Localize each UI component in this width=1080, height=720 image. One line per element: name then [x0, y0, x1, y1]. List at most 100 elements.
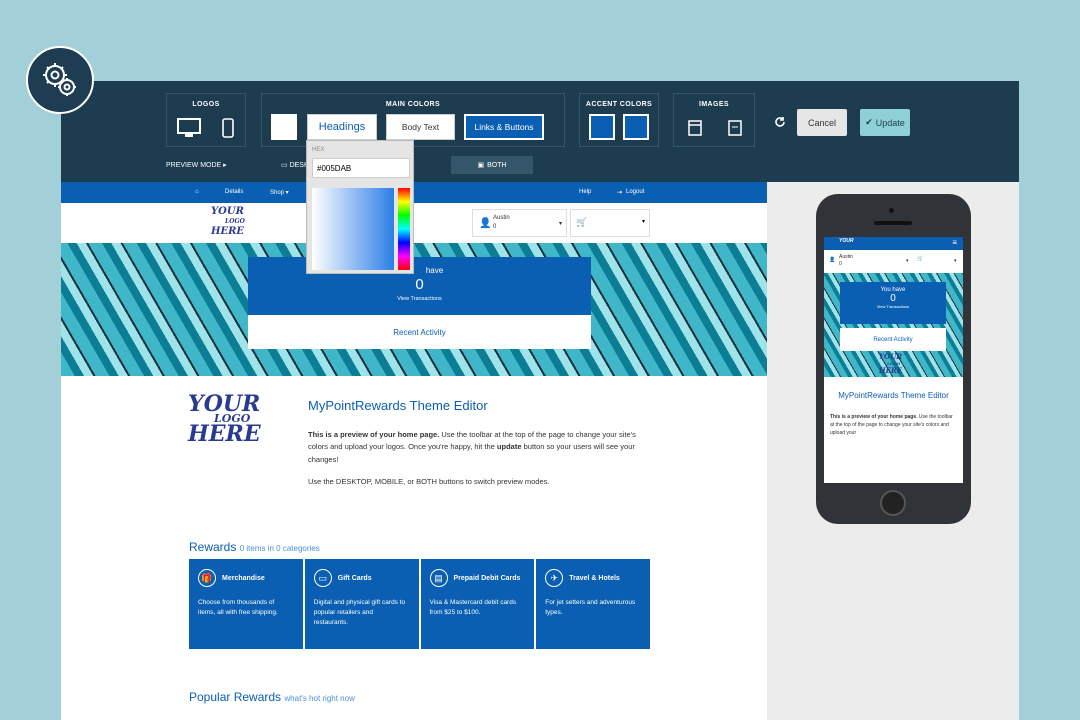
- desktop-logo-icon[interactable]: [177, 118, 201, 138]
- logo-word-here: HERE: [188, 421, 261, 447]
- nav-logout[interactable]: Logout: [626, 189, 644, 195]
- rewards-grid: 🎁 Merchandise Choose from thousands of i…: [189, 559, 650, 649]
- refresh-icon[interactable]: [774, 116, 786, 128]
- links-buttons-color-button[interactable]: Links & Buttons: [464, 114, 544, 140]
- rewards-heading: Rewards 0 items in 0 categories: [189, 540, 320, 554]
- cart-icon[interactable]: 🛒: [917, 256, 923, 262]
- background-color-swatch[interactable]: [271, 114, 297, 140]
- mobile-main-logo: YOUR LOGO HERE: [879, 353, 902, 374]
- preview-mode-label: PREVIEW MODE ▸: [166, 162, 227, 169]
- reward-card-travel[interactable]: ✈ Travel & Hotels For jet setters and ad…: [536, 559, 650, 649]
- both-mode-label: BOTH: [487, 161, 507, 169]
- nav-details[interactable]: Details: [225, 189, 243, 195]
- logo-word-your: YOUR: [879, 352, 903, 361]
- main-colors-title: MAIN COLORS: [385, 101, 441, 108]
- reward-card-desc: Choose from thousands of items, all with…: [198, 599, 278, 616]
- desktop-preview: ⌂ Details Shop ▾ Help ⇥ Logout YOUR LOGO…: [61, 182, 767, 720]
- hue-slider[interactable]: [398, 188, 410, 270]
- user-icon: 👤: [829, 257, 836, 263]
- hero-banner: have 0 View Transactions Recent Activity: [61, 243, 767, 376]
- editor-toolbar: LOGOS MAIN COLORS Headings Body Text Lin…: [61, 81, 1019, 182]
- intro-paragraph-2: Use the DESKTOP, MOBILE, or BOTH buttons…: [308, 477, 550, 486]
- images-group: IMAGES: [673, 93, 755, 147]
- headings-color-button[interactable]: Headings: [307, 114, 377, 140]
- desktop-image-icon[interactable]: [688, 120, 702, 136]
- mobile-header: 👤 Austin 0 ▾ 🛒 ▾: [824, 250, 963, 273]
- reward-card-prepaid-debit[interactable]: ▤ Prepaid Debit Cards Visa & Mastercard …: [420, 559, 535, 649]
- gift-icon: 🎁: [198, 569, 216, 587]
- recent-activity-button[interactable]: Recent Activity: [248, 315, 591, 349]
- saturation-gradient[interactable]: [312, 188, 394, 270]
- chevron-down-icon: ▾: [954, 258, 957, 264]
- chevron-down-icon: ▾: [558, 221, 562, 227]
- body-text-color-button[interactable]: Body Text: [386, 114, 455, 140]
- rewards-subtitle: 0 items in 0 categories: [239, 544, 320, 553]
- monitor-icon: ▭: [281, 162, 288, 169]
- phone-home-button: [880, 490, 906, 516]
- gift-card-icon: ▭: [313, 569, 332, 587]
- cancel-button[interactable]: Cancel: [797, 109, 847, 136]
- mobile-logo-icon[interactable]: [222, 118, 234, 138]
- main-logo: YOUR LOGO HERE: [188, 393, 261, 447]
- user-dropdown[interactable]: 👤 Austin 0 ▾: [472, 209, 567, 237]
- nav-shop[interactable]: Shop ▾: [270, 189, 289, 196]
- home-icon[interactable]: ⌂: [195, 189, 199, 195]
- settings-gear-icon: [26, 46, 94, 114]
- chevron-down-icon: ▾: [906, 258, 909, 264]
- logo-word-here: HERE: [211, 226, 245, 237]
- mobile-logo[interactable]: YOUR: [839, 238, 853, 244]
- reward-card-desc: Digital and physical gift cards to popul…: [313, 599, 406, 626]
- cart-dropdown[interactable]: 🛒 ▾: [570, 209, 650, 237]
- user-name: Austin: [493, 215, 510, 221]
- accent-color-1-swatch[interactable]: [589, 114, 615, 140]
- update-label: Update: [875, 117, 905, 128]
- accent-color-2-swatch[interactable]: [623, 114, 649, 140]
- reward-card-merchandise[interactable]: 🎁 Merchandise Choose from thousands of i…: [189, 559, 303, 649]
- mobile-recent-activity[interactable]: Recent Activity: [840, 328, 946, 351]
- logos-group: LOGOS: [166, 93, 246, 147]
- preview-header: YOUR LOGO HERE 👤 Austin 0 ▾ 🛒 ▾: [61, 203, 767, 243]
- view-transactions-link[interactable]: View Transactions: [248, 296, 591, 302]
- update-button[interactable]: ✔ Update: [860, 109, 910, 136]
- logos-title: LOGOS: [192, 101, 220, 108]
- mobile-intro: This is a preview of your home page. Use…: [830, 413, 957, 437]
- user-icon: 👤: [479, 218, 492, 229]
- user-points: 0: [493, 224, 497, 230]
- reward-card-desc: Visa & Mastercard debit cards from $25 t…: [429, 599, 517, 616]
- you-have-label: have: [425, 266, 444, 275]
- plane-icon: ✈: [545, 569, 564, 587]
- points-card: have 0 View Transactions: [248, 257, 591, 315]
- popular-heading: Popular Rewards what's hot right now: [189, 690, 355, 704]
- nav-help[interactable]: Help: [579, 189, 591, 195]
- desktop-mode-button[interactable]: ▭ DESK: [281, 161, 309, 169]
- check-icon: ✔: [865, 117, 873, 127]
- mobile-intro-bold: This is a preview of your home page.: [830, 414, 918, 420]
- mobile-preview-phone: YOUR ≡ 👤 Austin 0 ▾ 🛒 ▾ You have 0 View …: [816, 194, 971, 524]
- intro-update-word: update: [496, 442, 522, 452]
- preview-nav-bar: ⌂ Details Shop ▾ Help ⇥ Logout: [61, 182, 767, 203]
- mobile-nav-bar: YOUR ≡: [824, 237, 963, 250]
- mobile-image-icon[interactable]: [728, 120, 742, 136]
- editor-title: MyPointRewards Theme Editor: [308, 398, 488, 413]
- popular-subtitle: what's hot right now: [284, 694, 355, 703]
- rewards-title: Rewards: [189, 540, 237, 554]
- mobile-points-value: 0: [890, 293, 896, 304]
- mobile-screen: YOUR ≡ 👤 Austin 0 ▾ 🛒 ▾ You have 0 View …: [824, 237, 963, 483]
- debit-card-icon: ▤: [429, 569, 448, 587]
- both-mode-button[interactable]: ▣ BOTH: [451, 156, 533, 174]
- hamburger-menu-icon[interactable]: ≡: [952, 238, 957, 247]
- chevron-down-icon: ▾: [641, 219, 645, 225]
- logo-word-here: HERE: [879, 366, 903, 375]
- hex-input[interactable]: #005DAB: [312, 158, 410, 178]
- logout-icon[interactable]: ⇥: [617, 189, 622, 196]
- hex-label: HEX: [312, 147, 325, 153]
- site-logo[interactable]: YOUR LOGO HERE: [211, 207, 245, 237]
- mobile-user-name[interactable]: Austin: [839, 254, 853, 260]
- reward-card-gift-cards[interactable]: ▭ Gift Cards Digital and physical gift c…: [304, 559, 419, 649]
- mobile-view-transactions[interactable]: View Transactions: [840, 304, 946, 309]
- popular-title: Popular Rewards: [189, 690, 282, 704]
- accent-colors-title: ACCENT COLORS: [585, 101, 653, 108]
- mobile-points-card: You have 0 View Transactions: [840, 282, 946, 324]
- phone-camera: [889, 208, 894, 213]
- mobile-editor-title: MyPointRewards Theme Editor: [838, 391, 949, 400]
